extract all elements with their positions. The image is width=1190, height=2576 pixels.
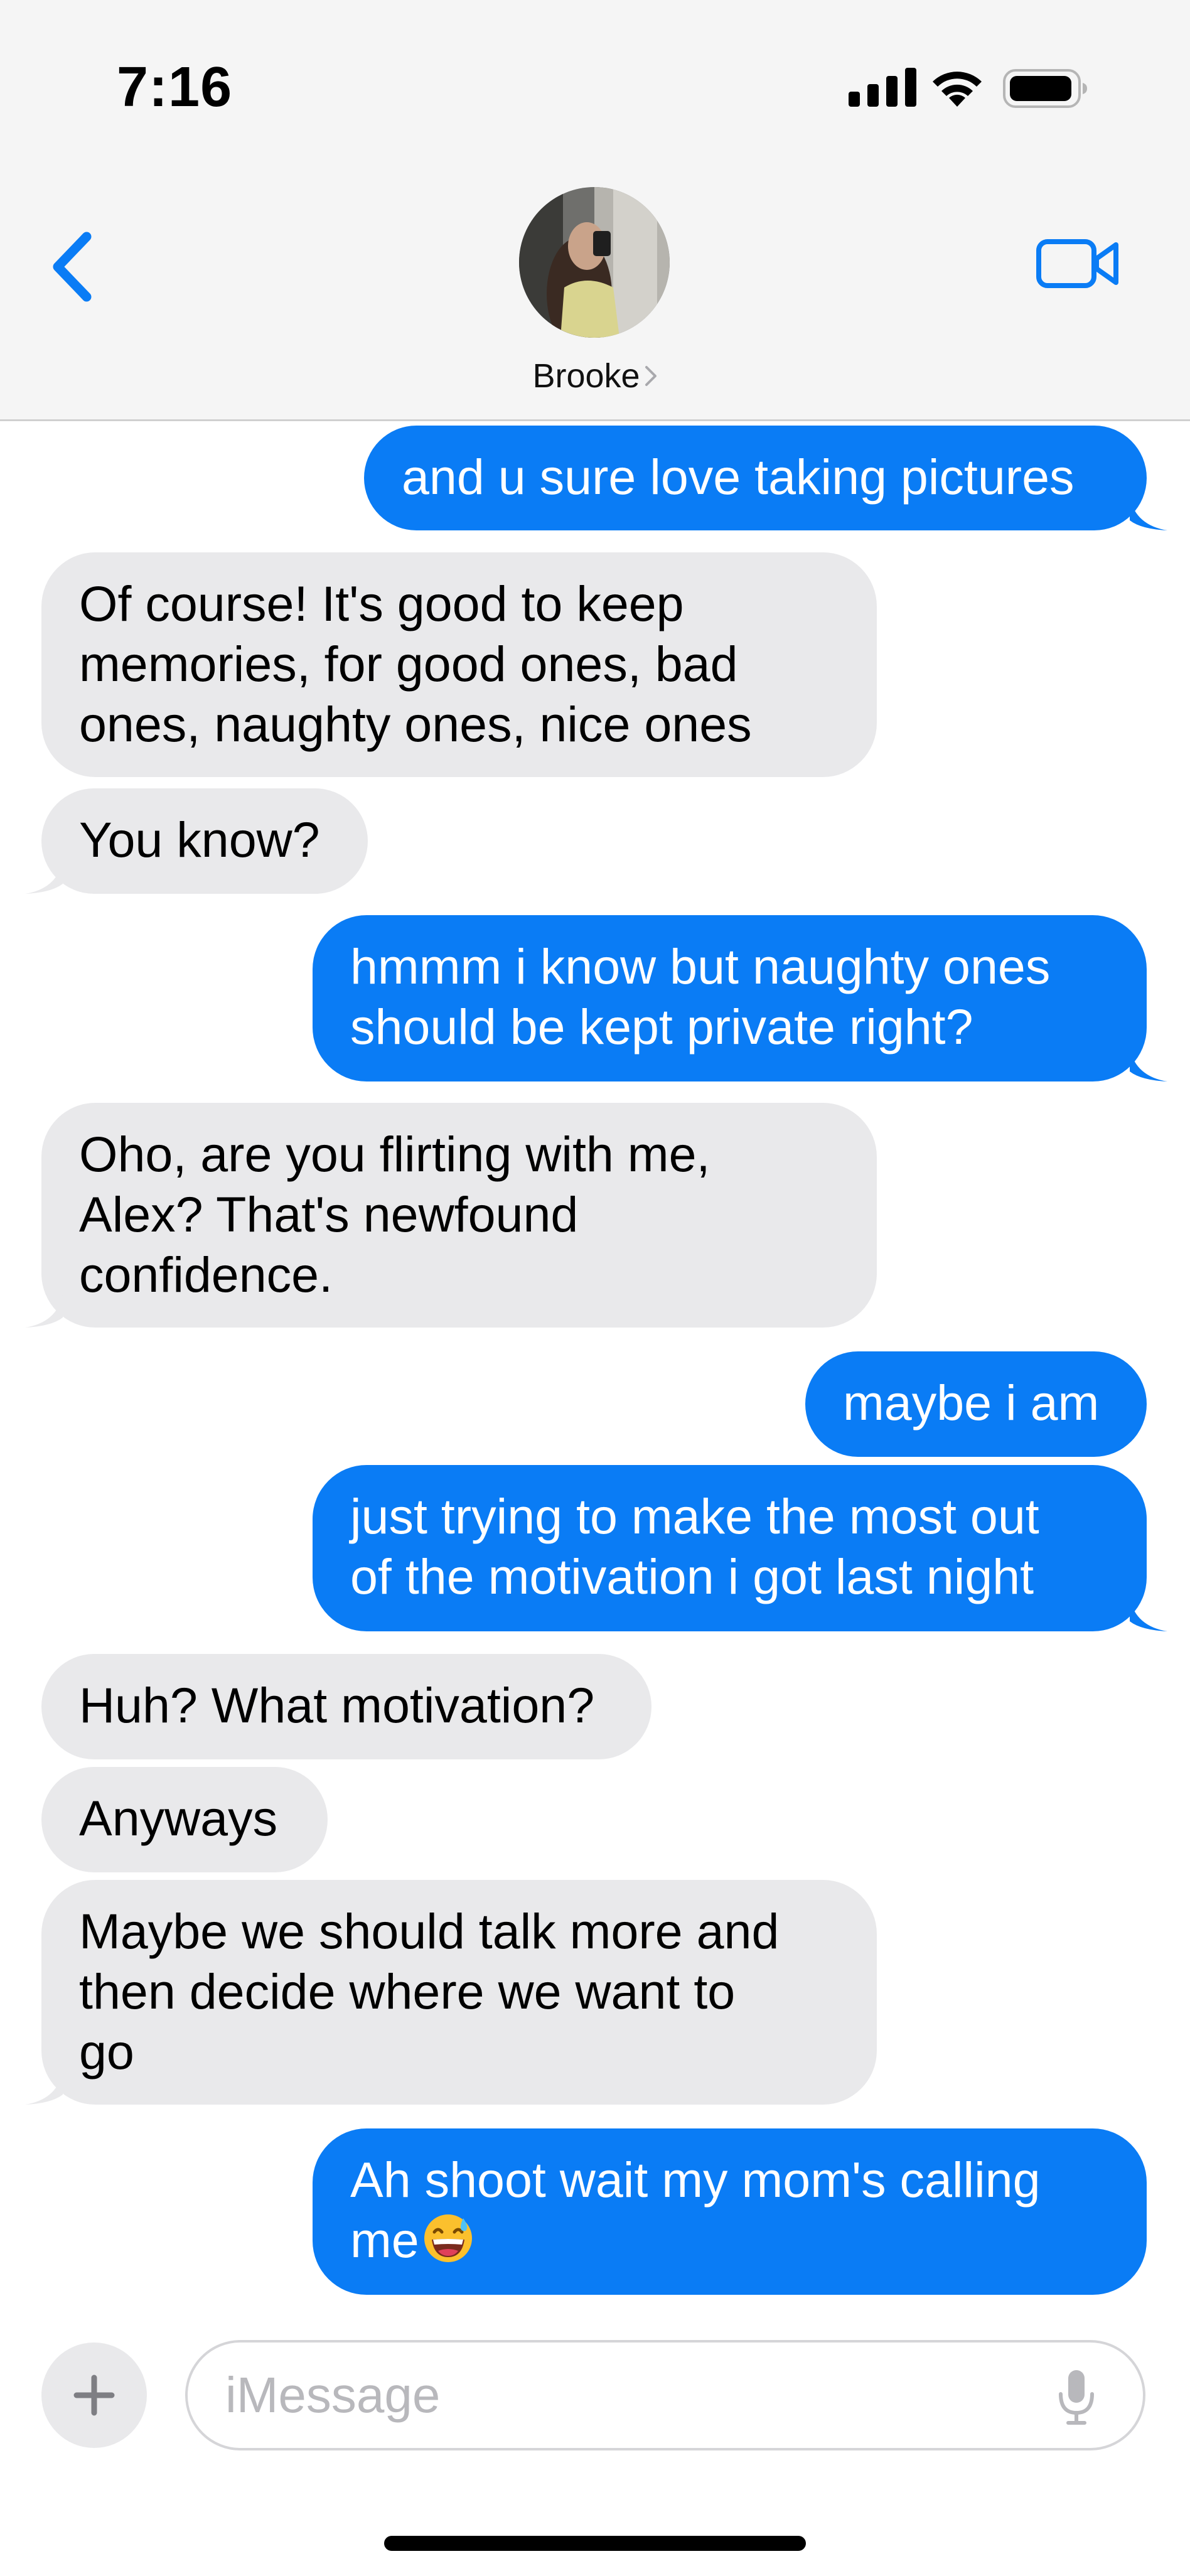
contact-name-button[interactable]: Brooke bbox=[0, 357, 1190, 395]
plus-icon bbox=[73, 2375, 115, 2416]
message-line: maybe i am bbox=[843, 1375, 1100, 1430]
message-line: ones, naughty ones, nice ones bbox=[79, 696, 752, 752]
bubble-tail bbox=[1130, 1049, 1167, 1081]
message-line: should be kept private right? bbox=[350, 999, 973, 1055]
conversation-header: 7:16 Brooke bbox=[0, 0, 1190, 421]
message-line: memories, for good ones, bad bbox=[79, 636, 738, 692]
wifi-icon bbox=[933, 72, 982, 107]
sent-message[interactable]: just trying to make the most out of the … bbox=[313, 1465, 1147, 1631]
received-message[interactable]: You know? bbox=[41, 788, 368, 894]
home-indicator[interactable] bbox=[384, 2536, 806, 2551]
message-line: and u sure love taking pictures bbox=[402, 449, 1075, 505]
message-line: go bbox=[79, 2024, 134, 2080]
message-line: Alex? That's newfound bbox=[79, 1186, 579, 1242]
status-time: 7:16 bbox=[117, 56, 233, 119]
sent-message[interactable]: Ah shoot wait my mom's calling me bbox=[313, 2128, 1147, 2295]
message-line: confidence. bbox=[79, 1247, 333, 1302]
received-message[interactable]: Of course! It's good to keep memories, f… bbox=[41, 552, 877, 777]
message-line: hmmm i know but naughty ones bbox=[350, 938, 1051, 994]
message-input[interactable] bbox=[185, 2340, 1145, 2450]
bubble-tail bbox=[25, 2072, 63, 2105]
bubble-tail bbox=[25, 1295, 63, 1328]
received-message[interactable]: Maybe we should talk more and then decid… bbox=[41, 1880, 877, 2105]
sent-message[interactable]: hmmm i know but naughty ones should be k… bbox=[313, 915, 1147, 1081]
message-line: Of course! It's good to keep bbox=[79, 576, 684, 631]
avatar[interactable] bbox=[519, 187, 670, 338]
sent-message[interactable]: maybe i am bbox=[805, 1351, 1147, 1457]
message-line: Huh? What motivation? bbox=[79, 1677, 595, 1733]
add-attachment-button[interactable] bbox=[41, 2343, 147, 2448]
back-button[interactable] bbox=[44, 229, 100, 304]
message-line: just trying to make the most out bbox=[350, 1488, 1039, 1544]
message-line: then decide where we want to bbox=[79, 1963, 736, 2019]
bubble-tail bbox=[25, 861, 63, 894]
message-line: me bbox=[350, 2210, 1109, 2270]
contact-name: Brooke bbox=[532, 357, 640, 395]
microphone-icon[interactable] bbox=[1054, 2366, 1098, 2427]
video-call-button[interactable] bbox=[1036, 232, 1120, 295]
received-message[interactable]: Anyways bbox=[41, 1767, 328, 1872]
received-message[interactable]: Huh? What motivation? bbox=[41, 1654, 651, 1759]
received-message[interactable]: Oho, are you flirting with me, Alex? Tha… bbox=[41, 1103, 877, 1328]
cellular-signal-icon bbox=[849, 68, 916, 107]
bubble-tail bbox=[1130, 498, 1167, 530]
grinning-sweat-emoji bbox=[423, 2213, 473, 2263]
bubble-tail bbox=[1130, 1599, 1167, 1631]
message-line: Anyways bbox=[79, 1790, 278, 1846]
avatar-photo bbox=[519, 187, 670, 338]
message-line: Maybe we should talk more and bbox=[79, 1903, 780, 1959]
chevron-right-icon bbox=[644, 357, 658, 395]
message-line: Oho, are you flirting with me, bbox=[79, 1126, 710, 1182]
message-line: You know? bbox=[79, 812, 320, 867]
message-line: of the motivation i got last night bbox=[350, 1548, 1034, 1604]
sent-message[interactable]: and u sure love taking pictures bbox=[364, 426, 1147, 530]
battery-icon bbox=[1003, 69, 1087, 108]
message-line: Ah shoot wait my mom's calling bbox=[350, 2152, 1041, 2208]
